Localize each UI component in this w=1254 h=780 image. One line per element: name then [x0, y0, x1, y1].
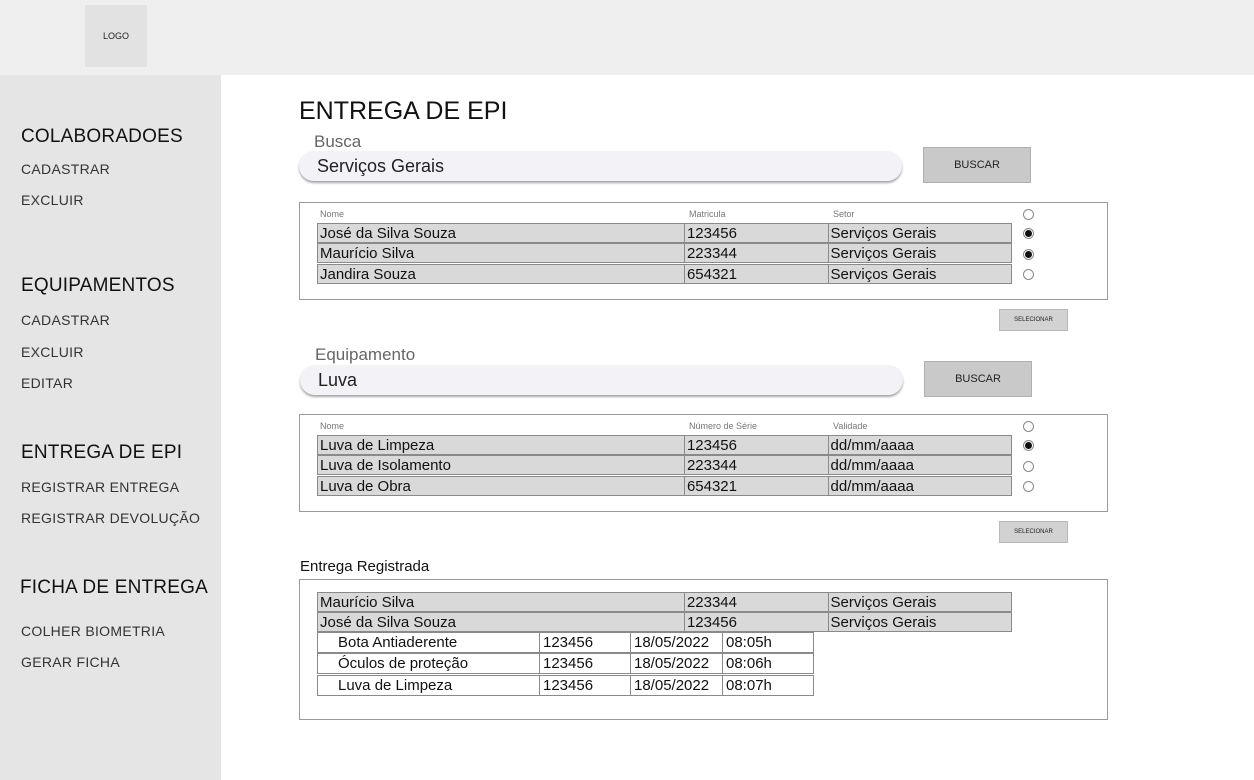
cell-matricula: 123456	[685, 613, 829, 631]
cell-item-hora: 08:05h	[726, 634, 772, 651]
table-row[interactable]: Luva de Limpeza 123456 dd/mm/aaaa	[317, 435, 1012, 455]
cell-serie: 654321	[685, 477, 829, 495]
select-all-equipamentos-radio[interactable]	[1023, 421, 1034, 432]
cell-nome: Luva de Obra	[318, 477, 685, 495]
table-row: Maurício Silva 223344 Serviços Gerais	[317, 592, 1012, 612]
equipamento-input[interactable]	[300, 365, 903, 395]
sidebar: COLABORADOES CADASTRAR EXCLUIR EQUIPAMEN…	[0, 75, 221, 780]
table-row: José da Silva Souza 123456 Serviços Gera…	[317, 612, 1012, 632]
cell-nome: Luva de Limpeza	[318, 436, 685, 454]
cell-nome: Jandira Souza	[318, 265, 685, 283]
sidebar-item-registrar-entrega[interactable]: REGISTRAR ENTREGA	[21, 479, 179, 495]
cell-validade: dd/mm/aaaa	[830, 478, 914, 495]
entrega-item-row: Bota Antiaderente 123456 18/05/2022 08:0…	[317, 632, 814, 653]
table-row[interactable]: Luva de Isolamento 223344 dd/mm/aaaa	[317, 455, 1012, 475]
sidebar-heading-colaboradores: COLABORADOES	[21, 126, 183, 147]
cell-nome: Luva de Isolamento	[318, 456, 685, 474]
cell-item-data: 18/05/2022	[631, 633, 723, 652]
buscar-equipamento-button[interactable]: BUSCAR	[924, 361, 1032, 397]
sidebar-item-gerar-ficha[interactable]: GERAR FICHA	[21, 654, 120, 670]
page-title: ENTREGA DE EPI	[299, 97, 508, 125]
table-row[interactable]: José da Silva Souza 123456 Serviços Gera…	[317, 223, 1012, 243]
row-select-radio[interactable]	[1023, 249, 1034, 260]
row-select-radio[interactable]	[1023, 440, 1034, 451]
col-header-nome: Nome	[320, 421, 345, 431]
colaboradores-results-panel: Nome Matricula Setor José da Silva Souza…	[299, 202, 1108, 300]
equipamento-label: Equipamento	[315, 345, 416, 364]
cell-matricula: 223344	[685, 593, 829, 611]
cell-item-serie: 123456	[540, 654, 631, 673]
cell-nome: José da Silva Souza	[318, 613, 685, 631]
cell-validade: dd/mm/aaaa	[830, 437, 914, 454]
cell-item-hora: 08:06h	[726, 655, 772, 672]
logo[interactable]: LOGO	[85, 5, 147, 67]
cell-item-data: 18/05/2022	[631, 654, 723, 673]
sidebar-item-colher-biometria[interactable]: COLHER BIOMETRIA	[21, 623, 165, 639]
table-row[interactable]: Jandira Souza 654321 Serviços Gerais	[317, 264, 1012, 284]
cell-matricula: 123456	[685, 224, 829, 242]
table-row[interactable]: Luva de Obra 654321 dd/mm/aaaa	[317, 476, 1012, 496]
sidebar-item-cadastrar-colaborador[interactable]: CADASTRAR	[21, 161, 110, 177]
equipamentos-results-panel: Nome Número de Série Validade Luva de Li…	[299, 414, 1108, 512]
cell-validade: dd/mm/aaaa	[830, 457, 914, 474]
cell-setor: Serviços Gerais	[830, 614, 937, 631]
row-select-radio[interactable]	[1023, 461, 1034, 472]
sidebar-heading-entrega-epi: ENTREGA DE EPI	[21, 442, 183, 463]
cell-nome: José da Silva Souza	[318, 224, 685, 242]
row-select-radio[interactable]	[1023, 269, 1034, 280]
sidebar-item-registrar-devolucao[interactable]: REGISTRAR DEVOLUÇÃO	[21, 510, 200, 526]
col-header-numero-serie: Número de Série	[689, 421, 758, 431]
table-row[interactable]: Maurício Silva 223344 Serviços Gerais	[317, 243, 1012, 263]
row-select-radio[interactable]	[1023, 481, 1034, 492]
entrega-item-row: Luva de Limpeza 123456 18/05/2022 08:07h	[317, 675, 814, 696]
cell-item-nome: Óculos de proteção	[318, 654, 540, 673]
sidebar-item-excluir-colaborador[interactable]: EXCLUIR	[21, 192, 84, 208]
selecionar-colaborador-button[interactable]: SELECIONAR	[999, 309, 1068, 331]
cell-matricula: 223344	[685, 244, 829, 262]
buscar-colaborador-button[interactable]: BUSCAR	[923, 147, 1031, 183]
cell-item-serie: 123456	[540, 676, 631, 695]
col-header-nome: Nome	[320, 209, 345, 219]
sidebar-heading-ficha-entrega: FICHA DE ENTREGA	[20, 577, 208, 598]
cell-item-data: 18/05/2022	[631, 676, 723, 695]
cell-item-nome: Bota Antiaderente	[318, 633, 540, 652]
entrega-item-row: Óculos de proteção 123456 18/05/2022 08:…	[317, 653, 814, 674]
cell-nome: Maurício Silva	[318, 593, 685, 611]
cell-setor: Serviços Gerais	[830, 594, 937, 611]
cell-matricula: 654321	[685, 265, 829, 283]
cell-setor: Serviços Gerais	[830, 245, 937, 262]
cell-item-hora: 08:07h	[726, 677, 772, 694]
cell-serie: 223344	[685, 456, 829, 474]
sidebar-item-cadastrar-equipamento[interactable]: CADASTRAR	[21, 312, 110, 328]
selecionar-equipamento-button[interactable]: SELECIONAR	[999, 521, 1068, 543]
entrega-registrada-label: Entrega Registrada	[300, 558, 430, 575]
sidebar-item-editar-equipamento[interactable]: EDITAR	[21, 375, 73, 391]
col-header-setor: Setor	[833, 209, 855, 219]
cell-nome: Maurício Silva	[318, 244, 685, 262]
top-bar: LOGO	[0, 0, 1254, 75]
busca-input[interactable]	[299, 151, 902, 181]
cell-item-serie: 123456	[540, 633, 631, 652]
col-header-validade: Validade	[833, 421, 868, 431]
cell-serie: 123456	[685, 436, 829, 454]
sidebar-heading-equipamentos: EQUIPAMENTOS	[21, 275, 175, 296]
cell-setor: Serviços Gerais	[830, 225, 937, 242]
sidebar-item-excluir-equipamento[interactable]: EXCLUIR	[21, 344, 84, 360]
cell-setor: Serviços Gerais	[830, 266, 937, 283]
busca-label: Busca	[314, 132, 362, 151]
col-header-matricula: Matricula	[689, 209, 726, 219]
cell-item-nome: Luva de Limpeza	[318, 676, 540, 695]
select-all-colaboradores-radio[interactable]	[1023, 209, 1034, 220]
row-select-radio[interactable]	[1023, 228, 1034, 239]
